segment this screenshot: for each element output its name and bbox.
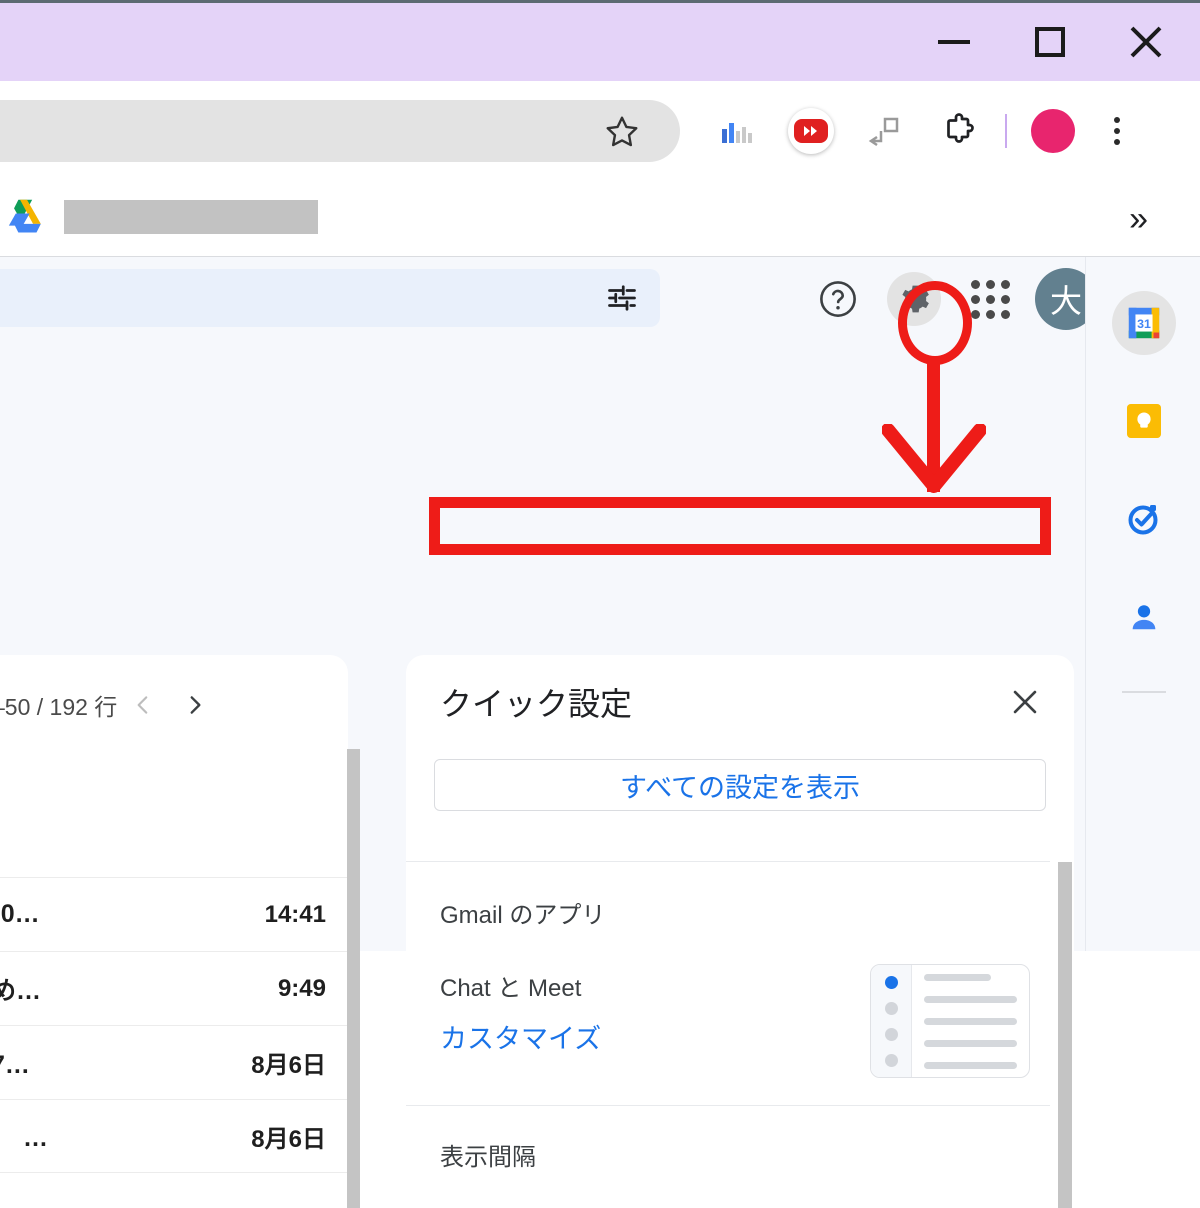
next-page-button[interactable] [169,683,221,727]
bookmarks-overflow-icon[interactable]: » [1129,202,1148,236]
layout-preview-thumbnail [870,964,1030,1078]
panel-title: クイック設定 [440,686,633,722]
window-title-bar [0,0,1200,81]
density-section: 表示間隔 [440,1137,536,1172]
gmail-apps-section: Gmail のアプリ Chat と Meet カスタマイズ [440,895,1030,1078]
google-apps-icon[interactable] [952,269,1028,329]
table-row[interactable]: 年7… 8月6日 [0,1025,348,1099]
bookmark-item-drive[interactable] [6,198,318,236]
mail-date: 8月6日 [251,1125,326,1153]
window-controls [906,3,1194,81]
mail-rows: 2,00… 14:41 すめ… 9:49 年7… 8月6日 ～】 … 8月6日 [0,877,348,1173]
tasks-icon[interactable] [1112,487,1176,551]
bookmark-label-redacted [64,200,318,234]
puzzle-extension-icon[interactable] [922,99,996,163]
search-options-icon[interactable] [606,283,638,313]
extension-icons [700,99,1144,163]
help-icon[interactable] [800,269,876,329]
mail-date: 8月6日 [251,1052,326,1079]
customize-link[interactable]: カスタマイズ [440,1017,601,1056]
gear-icon [902,285,929,313]
density-label: 表示間隔 [440,1144,536,1171]
browser-toolbar [0,81,1200,184]
divider [406,1105,1050,1106]
browser-profile-avatar[interactable] [1016,99,1090,163]
screenshot-root: » 大 –50 / 192 行 0… 14:41 め… 9:49 … 8月6日 … [0,0,1200,1208]
quick-settings-header: クイック設定 [406,655,1074,749]
see-all-settings-button[interactable]: すべての設定を表示 [434,759,1046,811]
search-input[interactable] [0,269,660,327]
pagination: –50 / 192 行 [0,683,318,727]
minimize-button[interactable] [906,3,1002,81]
mail-list-panel: –50 / 192 行 2,00… 14:41 すめ… 9:49 [0,655,348,1208]
mail-subject: 年7… [0,1050,30,1079]
grey-extension-icon[interactable] [848,99,922,163]
toolbar-divider [1005,114,1007,148]
thumbnail-rail [871,965,912,1077]
quick-settings-scrollbar[interactable] [1058,862,1072,1208]
gmail-app: 大 –50 / 192 行 2,00… 14:41 すめ… [0,257,1200,1208]
bookmarks-bar: » [0,184,1200,257]
pagination-count: –50 / 192 行 [0,694,118,720]
rail-divider [1121,691,1166,693]
mail-subject: 2,00… [0,900,40,928]
google-drive-icon [8,199,41,233]
chat-meet-label: Chat と Meet [440,975,582,1002]
mail-subject: ～】 … [0,1124,48,1152]
keep-icon[interactable] [1112,389,1176,453]
prev-page-button[interactable] [117,683,169,727]
side-panel-rail: 31 [1085,257,1200,951]
calendar-icon[interactable]: 31 [1111,291,1176,355]
table-row[interactable]: ～】 … 8月6日 [0,1099,348,1173]
analytics-extension-icon[interactable] [700,99,774,163]
settings-gear-button[interactable] [876,269,952,329]
youtube-extension-icon[interactable] [774,99,848,163]
gmail-header-icons: 大 [800,268,1104,330]
bookmark-star-icon[interactable] [600,116,644,147]
thumbnail-lines [912,965,1029,1077]
maximize-button[interactable] [1002,3,1098,81]
browser-menu-icon[interactable] [1090,99,1144,163]
divider [406,861,1050,862]
quick-settings-panel: クイック設定 すべての設定を表示 Gmail のアプリ Chat と Meet … [406,655,1074,1208]
mail-date: 9:49 [277,974,326,1002]
mail-subject: すめ… [0,976,42,1005]
address-bar[interactable] [0,100,680,162]
table-row[interactable]: すめ… 9:49 [0,951,348,1025]
gmail-apps-label: Gmail のアプリ [440,902,606,929]
close-icon[interactable] [1002,679,1048,725]
mail-date: 14:41 [264,900,326,928]
mail-list-scrollbar[interactable] [347,749,360,1208]
contacts-icon[interactable] [1112,585,1176,649]
svg-text:31: 31 [1137,317,1151,331]
close-button[interactable] [1098,3,1194,81]
table-row[interactable]: 2,00… 14:41 [0,877,348,951]
